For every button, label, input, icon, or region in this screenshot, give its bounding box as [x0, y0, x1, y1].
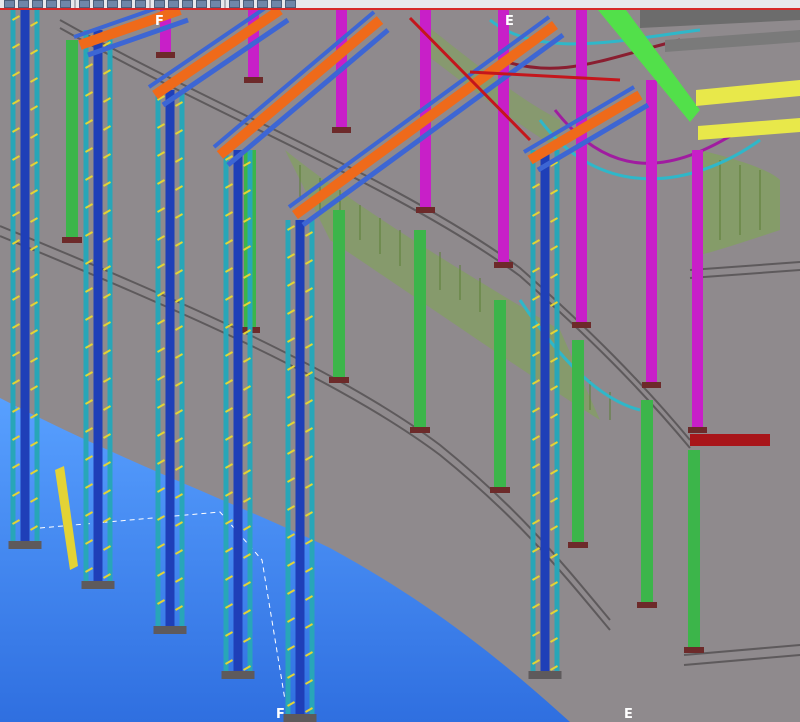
column-casing-left [83, 30, 89, 585]
column-casing-right [247, 150, 253, 675]
column-casing-left [155, 90, 161, 630]
toolbar-button[interactable] [79, 0, 90, 8]
toolbar-button[interactable] [168, 0, 179, 8]
column-casing-right [179, 90, 185, 630]
column-casing-right [309, 220, 315, 718]
column-base-plate [283, 714, 317, 722]
modeling-application: F E F E [0, 0, 800, 722]
magenta-column-base [416, 207, 435, 213]
column-base-plate [528, 671, 562, 679]
magenta-column-base [642, 382, 661, 388]
green-column-shaft [414, 230, 426, 430]
toolbar-button[interactable] [182, 0, 193, 8]
magenta-column-base [244, 77, 263, 83]
column-core [93, 30, 103, 585]
green-column-base [329, 377, 349, 383]
toolbar-button[interactable] [46, 0, 57, 8]
magenta-column-base [156, 52, 175, 58]
green-column-shaft [333, 210, 345, 380]
column-core [295, 220, 305, 718]
toolbar-button[interactable] [196, 0, 207, 8]
toolbar-separator [224, 0, 226, 8]
green-column-base [62, 237, 82, 243]
grid-label-f-bottom: F [276, 707, 285, 722]
toolbar-button[interactable] [93, 0, 104, 8]
column-core [540, 150, 550, 675]
red-beam [690, 434, 770, 446]
column-casing-right [34, 10, 40, 545]
toolbar-button[interactable] [32, 0, 43, 8]
cased-column[interactable] [221, 150, 255, 679]
green-column-shaft [572, 340, 584, 545]
magenta-column-base [332, 127, 351, 133]
magenta-column-base [572, 322, 591, 328]
toolbar-button[interactable] [154, 0, 165, 8]
toolbar-button[interactable] [4, 0, 15, 8]
magenta-column-shaft [576, 10, 587, 325]
column-casing-left [10, 10, 16, 545]
column-casing-right [554, 150, 560, 675]
column-base-plate [153, 626, 187, 634]
cased-column[interactable] [283, 220, 317, 722]
cased-column[interactable] [153, 90, 187, 634]
toolbar-button[interactable] [135, 0, 146, 8]
green-column-shaft [494, 300, 506, 490]
toolbar-button[interactable] [107, 0, 118, 8]
column-base-plate [81, 581, 115, 589]
green-column-base [568, 542, 588, 548]
toolbar-separator [74, 0, 76, 8]
toolbar-button[interactable] [243, 0, 254, 8]
green-column-shaft [66, 40, 78, 240]
column-core [165, 90, 175, 630]
cased-column[interactable] [81, 30, 115, 589]
green-column-base [684, 647, 704, 653]
green-column-base [490, 487, 510, 493]
column-core [20, 10, 30, 545]
toolbar-button[interactable] [210, 0, 221, 8]
toolbar-button[interactable] [229, 0, 240, 8]
column-base-plate [221, 671, 255, 679]
toolbar-button[interactable] [271, 0, 282, 8]
cased-column[interactable] [528, 150, 562, 679]
toolbar [0, 0, 800, 10]
magenta-column-shaft [646, 80, 657, 385]
toolbar-button[interactable] [257, 0, 268, 8]
grid-label-e-bottom: E [624, 707, 633, 722]
cased-column[interactable] [8, 10, 42, 549]
toolbar-separator [149, 0, 151, 8]
column-base-plate [8, 541, 42, 549]
magenta-column-base [494, 262, 513, 268]
toolbar-button[interactable] [18, 0, 29, 8]
green-column-base [410, 427, 430, 433]
green-column-shaft [641, 400, 653, 605]
toolbar-button[interactable] [60, 0, 71, 8]
3d-model-viewport[interactable] [0, 10, 800, 722]
green-column-base [637, 602, 657, 608]
grid-label-f-top: F [155, 14, 164, 29]
column-casing-right [107, 30, 113, 585]
green-column-shaft [688, 450, 700, 650]
toolbar-button[interactable] [285, 0, 296, 8]
column-casing-left [285, 220, 291, 718]
magenta-column-shaft [692, 150, 703, 430]
column-core [233, 150, 243, 675]
toolbar-button[interactable] [121, 0, 132, 8]
grid-label-e-top: E [505, 14, 514, 29]
magenta-column-base [688, 427, 707, 433]
